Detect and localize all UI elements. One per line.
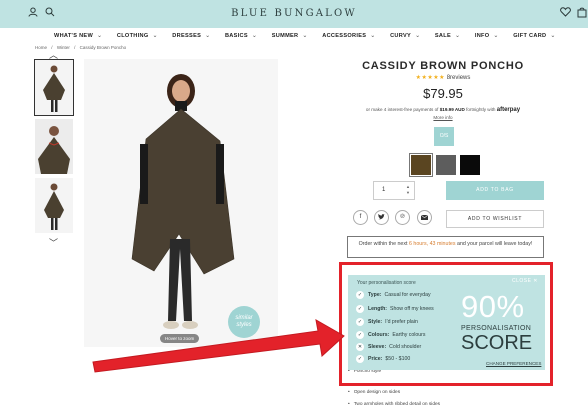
nav-item-gift-card[interactable]: GIFT CARD ⌄	[513, 32, 555, 39]
swatch-black[interactable]	[460, 155, 480, 175]
breadcrumb-current: Cassidy Brown Poncho	[79, 45, 127, 50]
top-bar: BLUE BUNGALOW	[0, 0, 588, 28]
afterpay-info: or make 4 interest-free payments of $19.…	[365, 107, 521, 120]
nav-item-summer[interactable]: SUMMER ⌄	[272, 32, 308, 39]
email-icon[interactable]	[417, 210, 432, 225]
review-count[interactable]: 8reviews	[447, 75, 471, 81]
chevron-down-icon: ⌄	[493, 32, 499, 39]
breadcrumb-winter[interactable]: Winter	[57, 45, 70, 50]
swatch-brown[interactable]	[409, 153, 433, 177]
quantity-value: 1	[382, 187, 386, 193]
quantity-stepper[interactable]: 1 ▲ ▼	[373, 181, 415, 200]
chevron-down-icon: ⌄	[205, 32, 211, 39]
afterpay-logo: afterpay	[496, 107, 521, 113]
chevron-down-icon: ⌄	[302, 32, 308, 39]
add-to-wishlist-button[interactable]: ADD TO WISHLIST	[446, 210, 544, 228]
hover-to-zoom-label: Hover to zoom	[160, 334, 200, 343]
countdown-time: 6 hours, 43 minutes	[408, 241, 456, 247]
feature-item: Open design on sides	[348, 390, 400, 395]
product-title: CASSIDY BROWN PONCHO	[362, 60, 524, 72]
chevron-down-icon: ⌄	[370, 32, 376, 39]
stepper-arrows-icon[interactable]: ▲ ▼	[406, 184, 410, 196]
brand-logo[interactable]: BLUE BUNGALOW	[0, 8, 588, 19]
nav-item-sale[interactable]: SALE ⌄	[435, 32, 460, 39]
chevron-down-icon: ⌄	[152, 32, 158, 39]
more-info-link[interactable]: More info	[433, 115, 452, 120]
size-option-os[interactable]: O/S	[434, 127, 454, 146]
twitter-icon[interactable]	[374, 210, 389, 225]
product-main-image[interactable]	[84, 59, 278, 347]
feature-item: Two armholes with ribbed detail on sides	[348, 402, 440, 407]
main-nav: WHAT'S NEW ⌄ CLOTHING ⌄ DRESSES ⌄ BASICS ⌄ S…	[0, 28, 588, 42]
similar-styles-badge[interactable]: similar styles	[228, 306, 260, 338]
thumbnail-2[interactable]	[35, 119, 73, 174]
thumbnail-1[interactable]	[34, 59, 74, 116]
nav-item-accessories[interactable]: ACCESSORIES ⌄	[322, 32, 375, 39]
chevron-down-icon[interactable]: ﹀	[49, 236, 58, 249]
thumbnail-3[interactable]	[35, 178, 73, 233]
product-rating[interactable]: ★★★★★ 8reviews	[340, 74, 546, 81]
breadcrumb-separator: /	[74, 45, 76, 50]
highlight-box	[339, 262, 553, 386]
product-price: $79.95	[423, 86, 463, 101]
chevron-down-icon: ⌄	[251, 32, 258, 39]
pinterest-icon[interactable]: ℗	[395, 210, 410, 225]
chevron-down-icon: ⌄	[415, 32, 421, 39]
chevron-down-icon: ⌄	[97, 32, 103, 39]
nav-item-basics[interactable]: BASICS ⌄	[225, 32, 257, 39]
nav-item-clothing[interactable]: CLOTHING ⌄	[117, 32, 158, 39]
heart-icon[interactable]	[560, 7, 571, 20]
delivery-countdown: Order within the next 6 hours, 43 minute…	[347, 236, 544, 258]
star-rating-icon: ★★★★★	[415, 75, 446, 81]
chevron-down-icon: ⌄	[455, 32, 461, 39]
add-to-bag-button[interactable]: ADD TO BAG	[446, 181, 544, 200]
nav-item-dresses[interactable]: DRESSES ⌄	[172, 32, 210, 39]
facebook-icon[interactable]: f	[353, 210, 368, 225]
nav-item-whats-new[interactable]: WHAT'S NEW ⌄	[54, 32, 102, 39]
chevron-down-icon: ⌄	[550, 32, 556, 39]
bag-icon[interactable]	[577, 7, 587, 21]
nav-item-info[interactable]: INFO ⌄	[475, 32, 499, 39]
breadcrumb-home[interactable]: Home	[35, 45, 47, 50]
nav-item-curvy[interactable]: CURVY ⌄	[390, 32, 420, 39]
swatch-grey[interactable]	[436, 155, 456, 175]
